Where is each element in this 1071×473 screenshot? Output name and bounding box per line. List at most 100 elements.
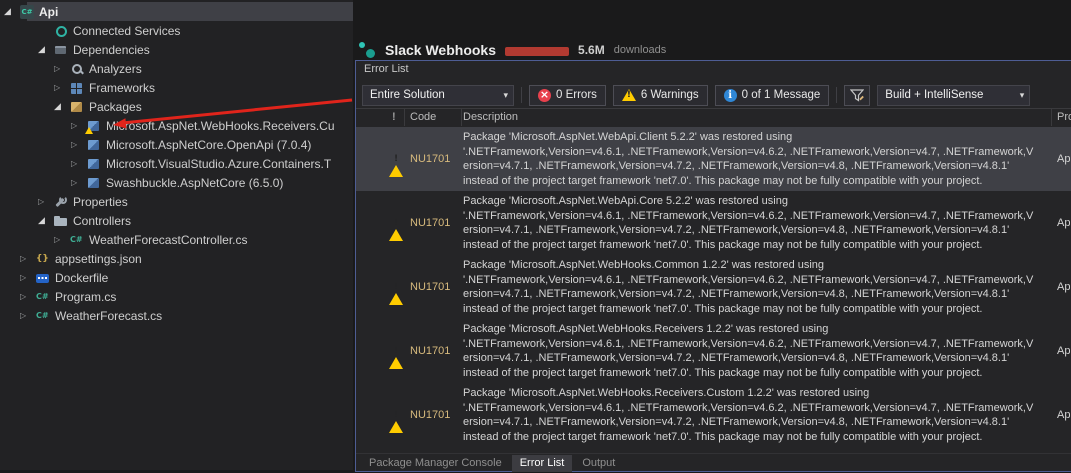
error-list-rows: ! NU1701 Package 'Microsoft.AspNet.WebAp… — [356, 127, 1071, 447]
tab-package-manager-console[interactable]: Package Manager Console — [361, 455, 510, 472]
messages-filter-button[interactable]: 0 of 1 Message — [714, 84, 830, 106]
error-list-row[interactable]: ! NU1701 Package 'Microsoft.AspNet.WebHo… — [356, 383, 1071, 447]
csharp-icon — [36, 309, 50, 323]
window-title[interactable]: Error List — [364, 63, 409, 75]
scope-dropdown[interactable]: Entire Solution — [362, 84, 514, 106]
tab-error-list[interactable]: Error List — [511, 455, 573, 472]
error-code: NU1701 — [410, 409, 451, 421]
tree-item-label: Dockerfile — [55, 270, 109, 285]
warning-icon: ! — [389, 153, 403, 177]
source-dropdown[interactable]: Build + IntelliSense — [877, 84, 1031, 106]
tree-item[interactable]: ▷ Analyzers — [0, 59, 353, 78]
toolbar-separator — [836, 87, 838, 103]
expander-icon[interactable]: ▷ — [54, 235, 70, 244]
csharp-icon — [70, 233, 84, 247]
tree-item-label: WeatherForecastController.cs — [89, 232, 248, 247]
tree-item[interactable]: ▷ Swashbuckle.AspNetCore (6.5.0) — [0, 173, 353, 192]
tree-item[interactable]: ▷ Program.cs — [0, 287, 353, 306]
expander-icon[interactable]: ◢ — [38, 216, 54, 226]
solution-tree: ◢ Api Connected Services ◢ Dependencies … — [0, 0, 353, 325]
expander-icon[interactable]: ▷ — [54, 64, 70, 73]
error-list-row[interactable]: ! NU1701 Package 'Microsoft.AspNet.WebAp… — [356, 191, 1071, 255]
tree-item[interactable]: Connected Services — [0, 21, 353, 40]
error-list-column-headers: Code Description Project — [356, 109, 1071, 128]
tree-item[interactable]: ◢ Controllers — [0, 211, 353, 230]
folder-icon — [54, 214, 68, 228]
error-project: Api — [1057, 217, 1071, 229]
expander-icon[interactable]: ▷ — [20, 273, 36, 282]
expander-icon[interactable]: ▷ — [71, 178, 87, 187]
expander-icon[interactable]: ◢ — [38, 45, 54, 55]
code-column-header[interactable]: Code — [405, 109, 462, 126]
toolbar-separator — [521, 87, 522, 103]
error-list-row[interactable]: ! NU1701 Package 'Microsoft.AspNet.WebAp… — [356, 127, 1071, 191]
filter-button[interactable] — [844, 84, 871, 106]
tree-item-label: Microsoft.AspNetCore.OpenApi (7.0.4) — [106, 137, 312, 152]
expander-icon[interactable]: ▷ — [20, 292, 36, 301]
errors-filter-label: 0 Errors — [556, 89, 597, 101]
info-icon — [723, 88, 737, 102]
description-column-header[interactable]: Description — [462, 109, 1052, 126]
expander-icon[interactable]: ▷ — [38, 197, 54, 206]
tab-output[interactable]: Output — [574, 455, 623, 472]
tree-item[interactable]: ▷ Microsoft.AspNetCore.OpenApi (7.0.4) — [0, 135, 353, 154]
package-warning-icon — [85, 119, 101, 134]
expander-icon[interactable]: ◢ — [4, 7, 20, 17]
tree-item-label: appsettings.json — [55, 251, 142, 266]
warning-icon: ! — [389, 409, 403, 433]
tree-item[interactable]: ▷ Frameworks — [0, 78, 353, 97]
background-package-header: Slack Webhooks 5.6M downloads — [358, 39, 666, 60]
error-project: Api — [1057, 409, 1071, 421]
error-list-row[interactable]: ! NU1701 Package 'Microsoft.AspNet.WebHo… — [356, 255, 1071, 319]
package-logo-icon — [358, 41, 376, 59]
background-package-title: Slack Webhooks — [385, 41, 497, 58]
expander-icon[interactable]: ▷ — [20, 254, 36, 263]
chevron-down-icon — [1015, 89, 1030, 101]
tree-item[interactable]: ◢ Packages — [0, 97, 353, 116]
error-icon — [538, 88, 551, 102]
error-list-window: Error List Entire Solution 0 Errors ! 6 … — [355, 60, 1071, 472]
expander-icon[interactable]: ▷ — [71, 159, 87, 168]
warning-icon: ! — [389, 345, 403, 369]
tree-item[interactable]: ▷ Microsoft.AspNet.WebHooks.Receivers.Cu — [0, 116, 353, 135]
tree-item-label: WeatherForecast.cs — [55, 308, 163, 323]
solution-explorer-panel: ◢ Api Connected Services ◢ Dependencies … — [0, 0, 353, 470]
warning-icon: ! — [389, 217, 403, 241]
package-icon — [87, 157, 101, 171]
analyzers-icon — [70, 62, 84, 76]
severity-column-header[interactable] — [384, 109, 405, 126]
tree-item[interactable]: ◢ Dependencies — [0, 40, 353, 59]
tree-item[interactable]: ◢ Api — [0, 2, 353, 21]
error-code: NU1701 — [410, 345, 451, 357]
messages-filter-label: 0 of 1 Message — [741, 89, 821, 101]
error-description: Package 'Microsoft.AspNet.WebHooks.Recei… — [463, 387, 1034, 443]
tree-item[interactable]: ▷ WeatherForecastController.cs — [0, 230, 353, 249]
frameworks-icon — [70, 81, 84, 95]
warning-icon: ! — [621, 89, 636, 101]
warnings-filter-button[interactable]: ! 6 Warnings — [612, 84, 708, 106]
tree-item[interactable]: ▷ Dockerfile — [0, 268, 353, 287]
expander-icon[interactable]: ▷ — [54, 83, 70, 92]
error-description: Package 'Microsoft.AspNet.WebApi.Core 5.… — [463, 195, 1034, 251]
dependencies-icon — [54, 43, 68, 57]
project-column-header[interactable]: Project — [1056, 109, 1071, 126]
error-code: NU1701 — [410, 281, 451, 293]
package-icon — [87, 176, 101, 190]
docker-icon — [36, 271, 50, 285]
error-list-row[interactable]: ! NU1701 Package 'Microsoft.AspNet.WebHo… — [356, 319, 1071, 383]
expander-icon[interactable]: ◢ — [54, 102, 70, 112]
tree-item-label: Packages — [89, 99, 142, 114]
tree-item[interactable]: ▷ Microsoft.VisualStudio.Azure.Container… — [0, 154, 353, 173]
error-project: Api — [1057, 345, 1071, 357]
tree-item[interactable]: ▷ appsettings.json — [0, 249, 353, 268]
tree-item[interactable]: ▷ WeatherForecast.cs — [0, 306, 353, 325]
error-description: Package 'Microsoft.AspNet.WebHooks.Commo… — [463, 259, 1034, 315]
expander-icon[interactable]: ▷ — [71, 140, 87, 149]
errors-filter-button[interactable]: 0 Errors — [529, 84, 606, 106]
tree-item[interactable]: ▷ Properties — [0, 192, 353, 211]
expander-icon[interactable]: ▷ — [20, 311, 36, 320]
red-text-fragment — [505, 46, 570, 56]
source-dropdown-value: Build + IntelliSense — [885, 89, 984, 101]
error-code: NU1701 — [410, 153, 451, 165]
downloads-count: 5.6M — [578, 42, 605, 57]
